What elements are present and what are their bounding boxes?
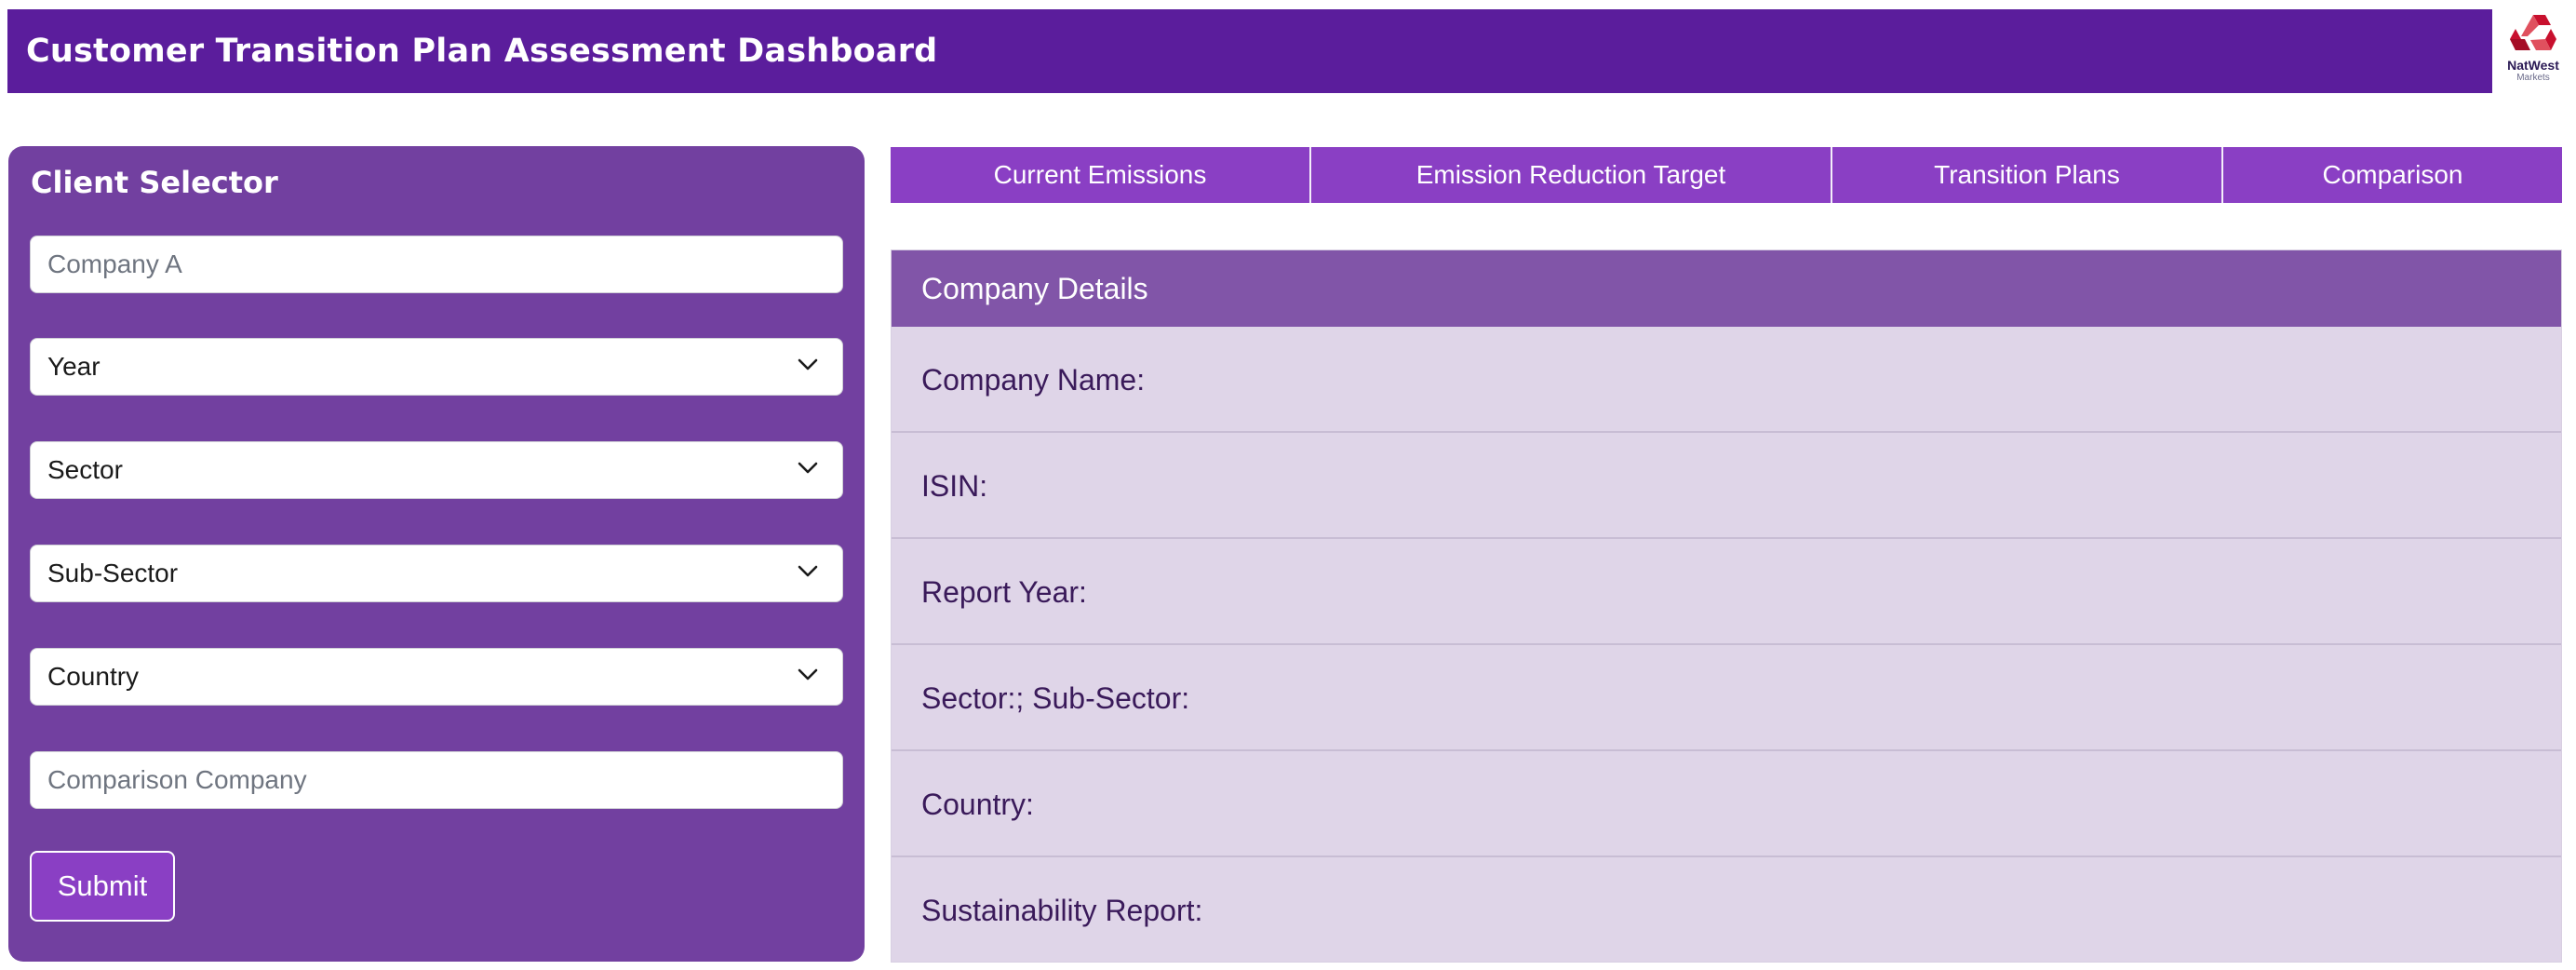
- logo-subtitle: Markets: [2516, 73, 2550, 83]
- subsector-select-label: Sub-Sector: [47, 559, 179, 587]
- company-name-row: Company Name:: [892, 327, 2561, 433]
- logo-name: NatWest: [2507, 58, 2559, 73]
- year-select-label: Year: [47, 352, 101, 381]
- sector-select-label: Sector: [47, 455, 123, 484]
- sustainability-report-row: Sustainability Report:: [921, 894, 1203, 927]
- country-select[interactable]: Country: [30, 648, 843, 706]
- natwest-logo-icon: [2510, 15, 2556, 50]
- chevron-down-icon: [798, 565, 818, 577]
- country-row: Country:: [892, 751, 2561, 857]
- sector-row: Sector:; Sub-Sector:: [892, 645, 2561, 751]
- report-year-row: Report Year:: [892, 539, 2561, 645]
- subsector-select[interactable]: Sub-Sector: [30, 545, 843, 602]
- isin-row: ISIN:: [892, 433, 2561, 539]
- submit-button[interactable]: Submit: [30, 851, 175, 922]
- year-select[interactable]: Year: [30, 338, 843, 396]
- natwest-logo: NatWest Markets: [2500, 13, 2567, 89]
- tab-comparison[interactable]: Comparison: [2223, 147, 2562, 203]
- client-selector-panel: Client Selector Company A Year Sector Su…: [8, 146, 865, 962]
- tab-transition-plans[interactable]: Transition Plans: [1832, 147, 2223, 203]
- chevron-down-icon: [798, 462, 818, 474]
- company-details-card: Company Details Company Name: ISIN: Repo…: [891, 249, 2562, 963]
- chevron-down-icon: [798, 668, 818, 680]
- chevron-down-icon: [798, 358, 818, 370]
- country-select-label: Country: [47, 662, 140, 691]
- tab-bar: Current Emissions Emission Reduction Tar…: [891, 147, 2562, 203]
- page-title: Customer Transition Plan Assessment Dash…: [26, 33, 938, 70]
- tab-emission-reduction-target[interactable]: Emission Reduction Target: [1311, 147, 1832, 203]
- company-input[interactable]: Company A: [30, 236, 843, 293]
- app-header: Customer Transition Plan Assessment Dash…: [7, 9, 2492, 93]
- tab-current-emissions[interactable]: Current Emissions: [891, 147, 1311, 203]
- sector-select[interactable]: Sector: [30, 441, 843, 499]
- client-selector-title: Client Selector: [31, 165, 278, 200]
- comparison-company-input[interactable]: Comparison Company: [30, 751, 843, 809]
- company-details-title: Company Details: [892, 250, 2561, 327]
